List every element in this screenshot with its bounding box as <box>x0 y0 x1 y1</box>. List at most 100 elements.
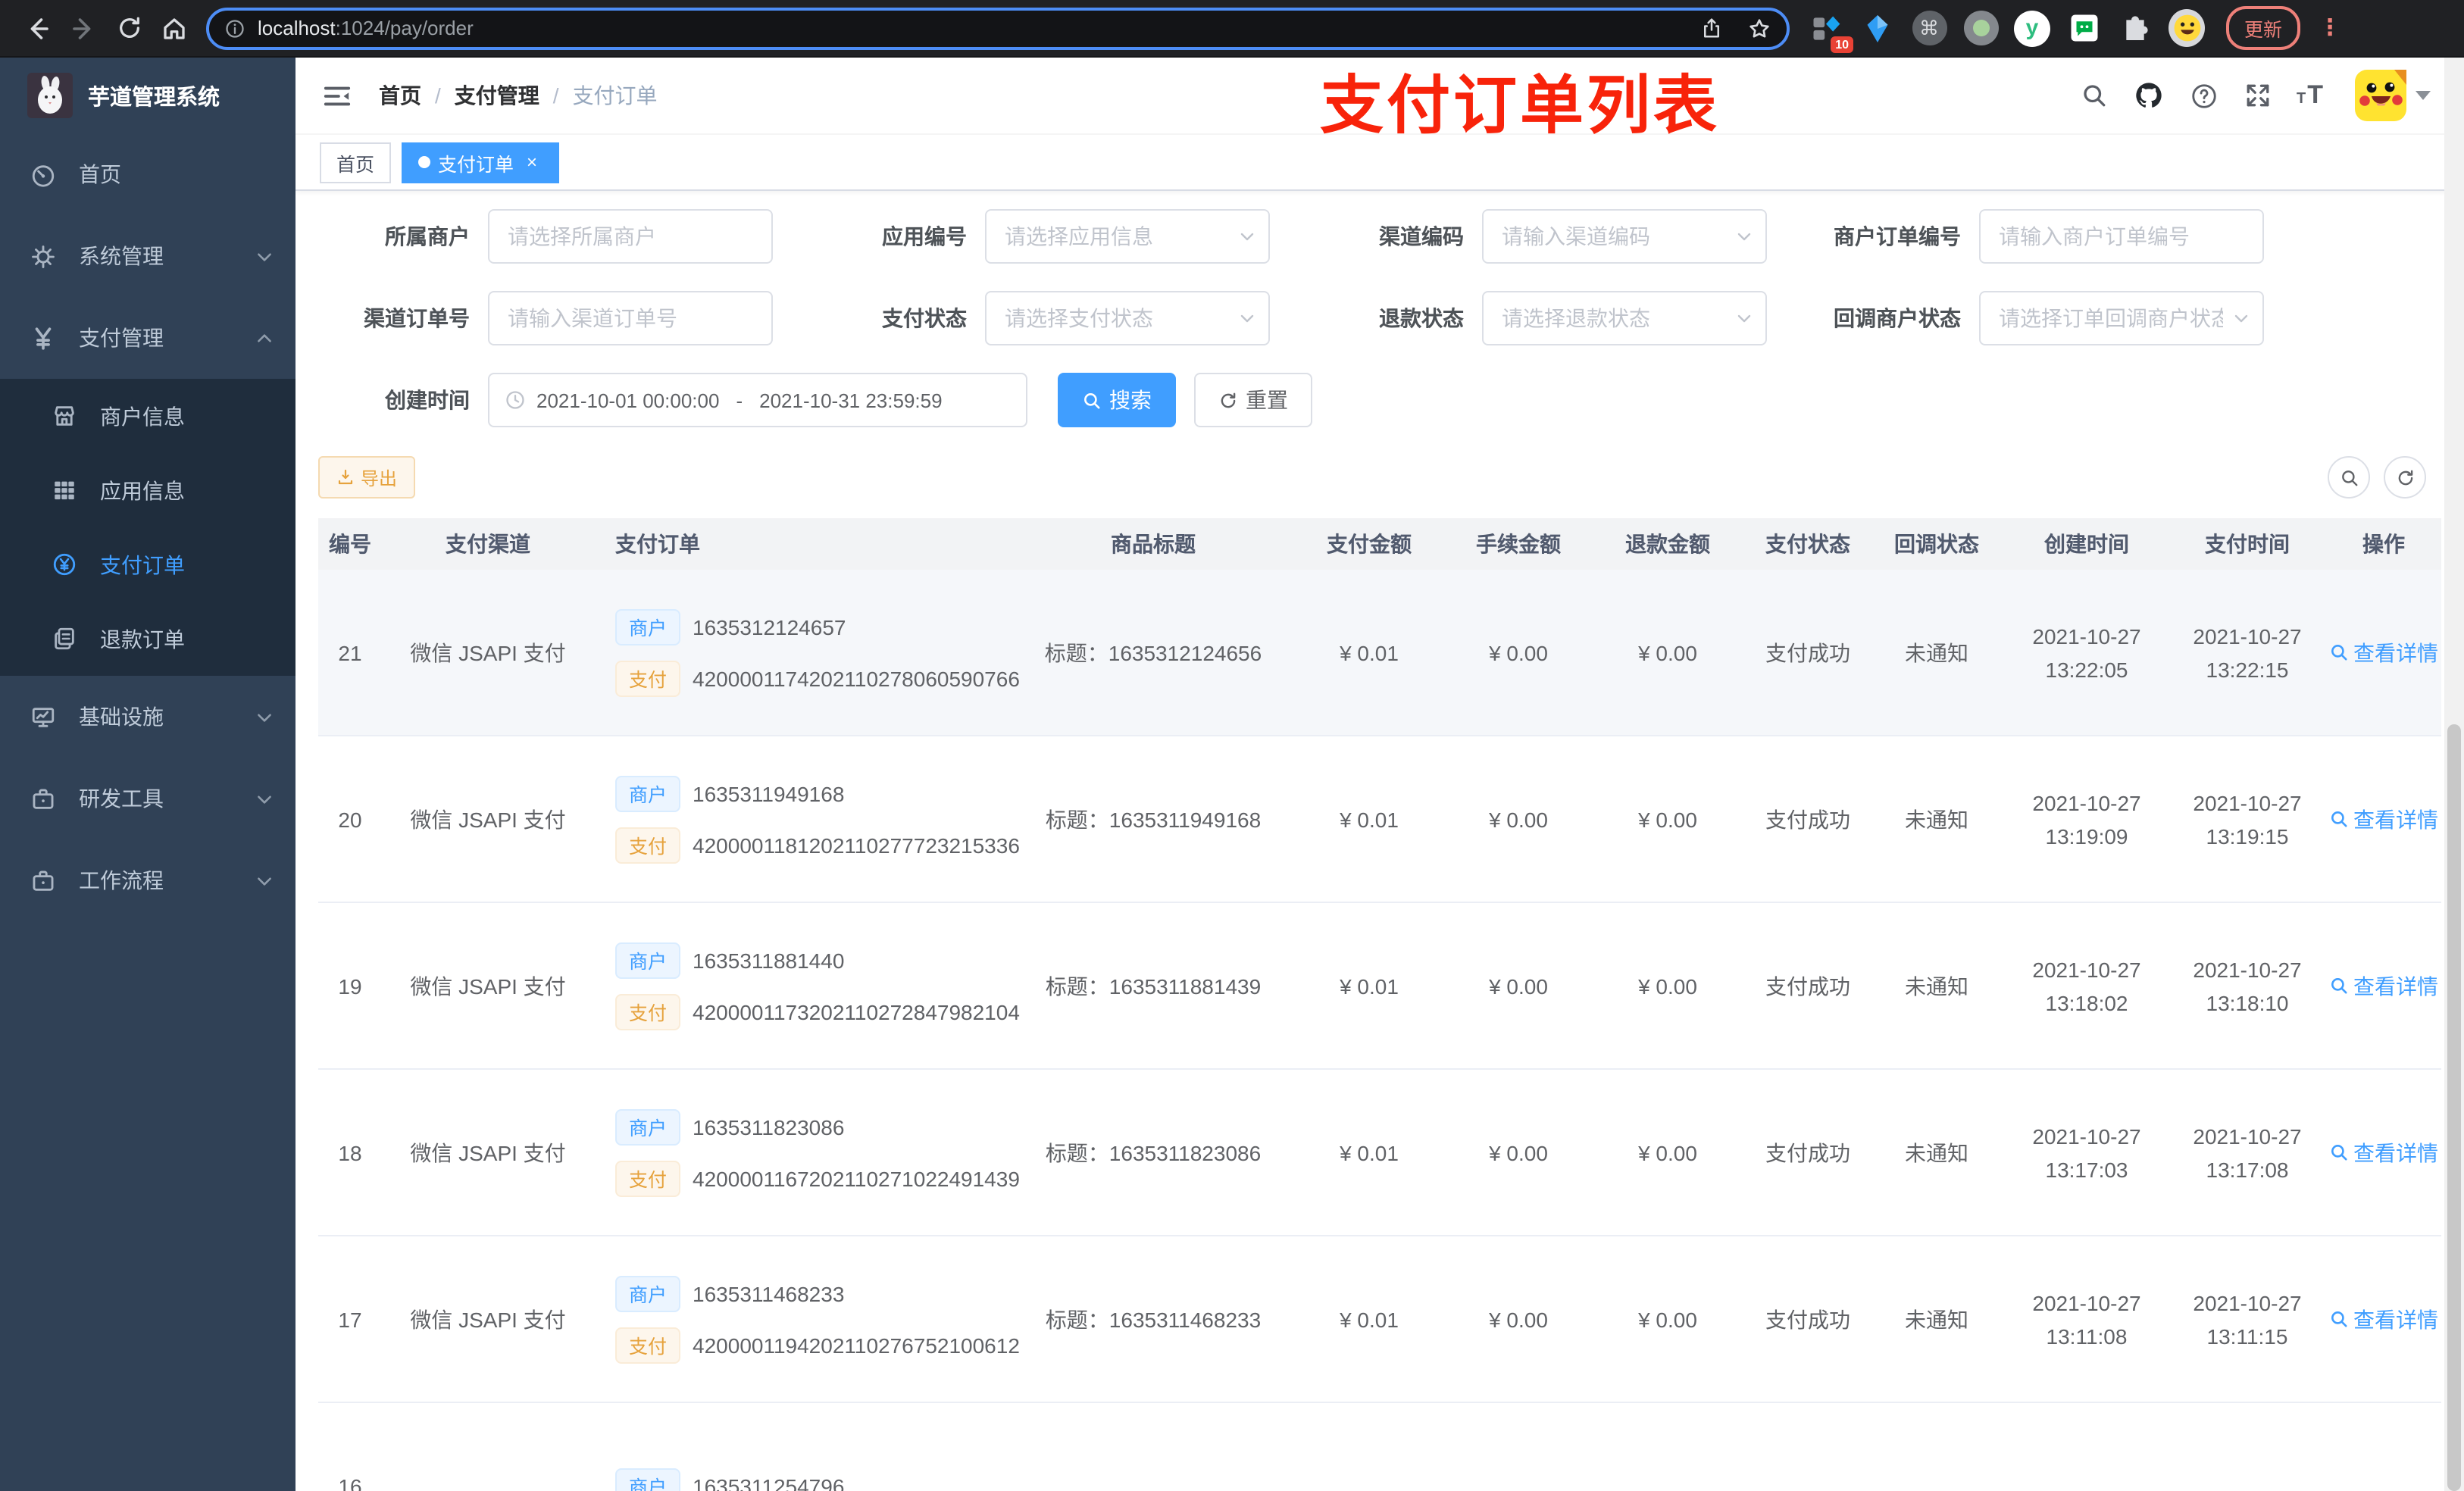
cell-channel: 微信 JSAPI 支付 <box>410 807 566 831</box>
forward-icon[interactable] <box>61 5 106 51</box>
font-size-icon[interactable]: TT <box>2297 82 2323 108</box>
column-header-支付状态: 支付状态 <box>1765 532 1850 556</box>
recorder-extension-icon[interactable] <box>1962 10 1999 46</box>
yen-circle-icon <box>52 552 79 577</box>
extensions-puzzle-icon[interactable] <box>2117 10 2153 46</box>
search-icon[interactable] <box>2080 82 2107 109</box>
share-icon[interactable] <box>1700 17 1723 39</box>
create-time-range-picker[interactable]: 2021-10-01 00:00:00 - 2021-10-31 23:59:5… <box>488 373 1027 427</box>
table-row: 16 商户 1635311254796 <box>318 1403 2441 1491</box>
view-detail-link[interactable]: 查看详情 <box>2329 804 2438 834</box>
view-detail-link[interactable]: 查看详情 <box>2329 971 2438 1001</box>
sidebar-item-应用信息[interactable]: 应用信息 <box>0 453 295 527</box>
tag-label: 首页 <box>336 154 375 175</box>
filter-group: 应用编号 <box>815 209 1270 264</box>
fullscreen-icon[interactable] <box>2244 82 2271 109</box>
chat-extension-icon[interactable] <box>2065 10 2102 46</box>
sidebar-item-label: 支付订单 <box>100 552 185 577</box>
gear-icon <box>30 243 58 269</box>
back-icon[interactable] <box>15 5 61 51</box>
home-icon[interactable] <box>152 5 197 51</box>
browser-update-button[interactable]: 更新 <box>2226 6 2301 50</box>
sidebar-item-基础设施[interactable]: 基础设施 <box>0 676 295 758</box>
github-icon[interactable] <box>2133 80 2163 111</box>
sidebar-item-系统管理[interactable]: 系统管理 <box>0 215 295 297</box>
sidebar-item-商户信息[interactable]: 商户信息 <box>0 379 295 453</box>
sidebar-item-首页[interactable]: 首页 <box>0 133 295 215</box>
filter-field-渠道编码 <box>1482 209 1767 264</box>
filter-select-应用编号[interactable] <box>985 209 1270 264</box>
filter-input-渠道订单号[interactable] <box>488 291 773 345</box>
filter-input-商户订单编号[interactable] <box>1979 209 2264 264</box>
cell-pay-status: 支付成功 <box>1765 640 1850 664</box>
cell-create-time: 2021-10-27 13:22:05 <box>2032 624 2141 681</box>
browser-menu-icon[interactable]: ⋮ <box>2319 16 2341 39</box>
scrollbar-thumb[interactable] <box>2447 724 2461 1491</box>
filter-label: 回调商户状态 <box>1834 306 1961 330</box>
refresh-icon[interactable] <box>2384 456 2426 499</box>
filter-select-渠道编码[interactable] <box>1482 209 1767 264</box>
breadcrumb-home[interactable]: 首页 <box>379 80 421 111</box>
bookmark-star-icon[interactable] <box>1747 16 1771 40</box>
vue-devtools-extension-icon[interactable]: y <box>2014 10 2050 46</box>
column-header-支付金额: 支付金额 <box>1327 532 1412 556</box>
sidebar-item-研发工具[interactable]: 研发工具 <box>0 758 295 839</box>
magnifier-icon <box>2329 1142 2349 1162</box>
sidebar-menu: 首页 系统管理 支付管理 商户信息 应用信息支付订单退款订单 基础设施研发工具工作流程 <box>0 133 295 921</box>
profile-emoji-icon[interactable] <box>2169 9 2205 47</box>
cell-amount: ¥ 0.01 <box>1340 974 1399 998</box>
reset-button[interactable]: 重置 <box>1194 373 1312 427</box>
tag-home[interactable]: 首页 <box>320 142 392 183</box>
merchant-order-line: 商户 1635311881440 <box>615 942 1017 978</box>
pay-order-no: 4200001181202110277723215336 <box>693 833 1020 857</box>
magnifier-icon <box>2329 642 2349 662</box>
view-detail-link[interactable]: 查看详情 <box>2329 1304 2438 1334</box>
sidebar-item-label: 研发工具 <box>79 786 164 811</box>
toggle-search-icon[interactable] <box>2328 456 2370 499</box>
kite-extension-icon[interactable] <box>1859 10 1896 46</box>
filter-select-退款状态[interactable] <box>1482 291 1767 345</box>
sidebar-item-退款订单[interactable]: 退款订单 <box>0 602 295 676</box>
cell-actions: 查看详情 <box>2326 971 2441 1001</box>
view-detail-link[interactable]: 查看详情 <box>2329 1137 2438 1167</box>
address-bar[interactable]: localhost:1024/pay/order <box>206 7 1790 49</box>
close-icon[interactable]: × <box>521 152 543 173</box>
sidebar-toggle-icon[interactable] <box>317 75 358 116</box>
merchant-order-line: 商户 1635311254796 <box>615 1468 1017 1491</box>
merchant-tag: 商户 <box>615 1275 681 1311</box>
date-start[interactable]: 2021-10-01 00:00:00 <box>536 389 719 411</box>
tag-pay-order[interactable]: 支付订单 × <box>402 142 560 183</box>
command-extension-icon[interactable]: ⌘ <box>1911 10 1947 46</box>
breadcrumb-pay[interactable]: 支付管理 <box>455 80 539 111</box>
cell-create-time: 2021-10-27 13:17:03 <box>2032 1124 2141 1181</box>
filter-input-所属商户[interactable] <box>488 209 773 264</box>
filter-field-回调商户状态 <box>1979 291 2264 345</box>
sidebar-item-支付订单[interactable]: 支付订单 <box>0 527 295 602</box>
filter-label: 渠道订单号 <box>364 306 470 330</box>
cell-id: 19 <box>338 974 362 998</box>
reload-icon[interactable] <box>106 5 152 51</box>
export-button[interactable]: 导出 <box>318 456 416 499</box>
cell-amount: ¥ 0.01 <box>1340 807 1399 831</box>
tab-manager-extension-icon[interactable]: 10 <box>1808 10 1853 52</box>
sidebar-item-支付管理[interactable]: 支付管理 <box>0 297 295 379</box>
search-button[interactable]: 搜索 <box>1058 373 1176 427</box>
filter-select-回调商户状态[interactable] <box>1979 291 2264 345</box>
view-detail-label: 查看详情 <box>2353 974 2438 998</box>
annotation-title: 支付订单列表 <box>1320 70 1721 141</box>
filter-row-2: 渠道订单号 支付状态 退款状态 回调商户状态 <box>318 291 2441 345</box>
site-info-icon[interactable] <box>224 17 245 39</box>
shop-icon <box>52 403 79 429</box>
cell-channel: 微信 JSAPI 支付 <box>410 1140 566 1164</box>
filter-select-支付状态[interactable] <box>985 291 1270 345</box>
pay-order-line: 支付 4200001173202110272847982104 <box>615 993 1020 1030</box>
cell-pay-time: 2021-10-27 13:11:15 <box>2193 1290 2302 1348</box>
date-end[interactable]: 2021-10-31 23:59:59 <box>759 389 942 411</box>
table-row: 19 微信 JSAPI 支付 商户 1635311881440 支付 4200001173… <box>318 903 2441 1070</box>
page-scrollbar[interactable] <box>2444 58 2464 1491</box>
view-detail-link[interactable]: 查看详情 <box>2329 637 2438 667</box>
help-icon[interactable] <box>2189 81 2218 110</box>
user-menu[interactable] <box>2355 70 2431 121</box>
logo-row[interactable]: 芋道管理系统 <box>0 58 295 133</box>
sidebar-item-工作流程[interactable]: 工作流程 <box>0 839 295 921</box>
